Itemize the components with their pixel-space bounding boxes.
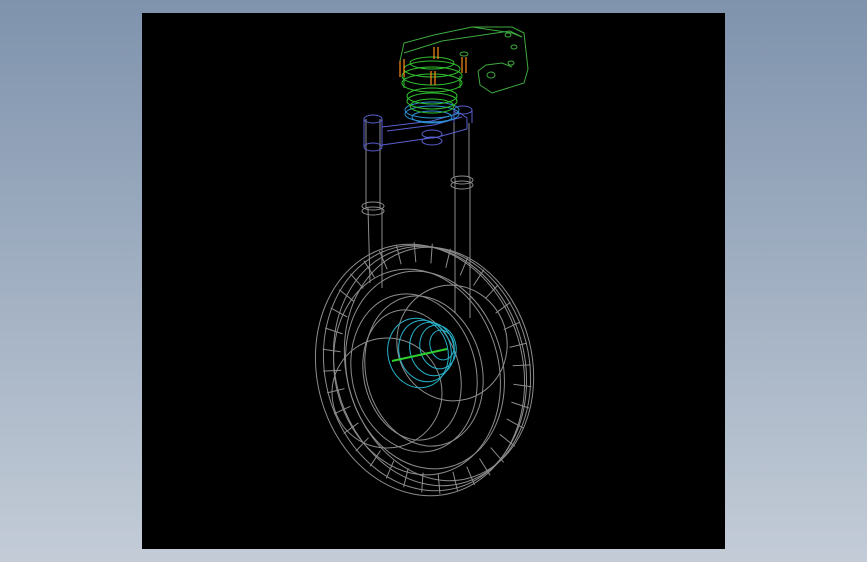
- tread-block: [509, 342, 528, 348]
- tread-block: [511, 401, 530, 409]
- tread-block: [326, 388, 345, 394]
- tread-block: [323, 369, 342, 372]
- model-viewport[interactable]: [142, 13, 725, 549]
- caster-wheel-wireframe: [314, 26, 535, 497]
- wheel-hub: [387, 317, 457, 389]
- tread-block: [473, 269, 485, 286]
- tire-wireframe: [314, 243, 535, 497]
- mounting-bolts: [399, 47, 467, 85]
- tread-block: [490, 447, 504, 463]
- tread-block: [338, 289, 355, 303]
- tread-block: [322, 348, 341, 353]
- tread-block: [513, 383, 532, 388]
- tread-block: [512, 364, 531, 367]
- fork-wireframe: [361, 119, 474, 318]
- tire-tread: [322, 242, 532, 494]
- mounting-plate: [399, 26, 529, 94]
- tread-block: [324, 327, 343, 335]
